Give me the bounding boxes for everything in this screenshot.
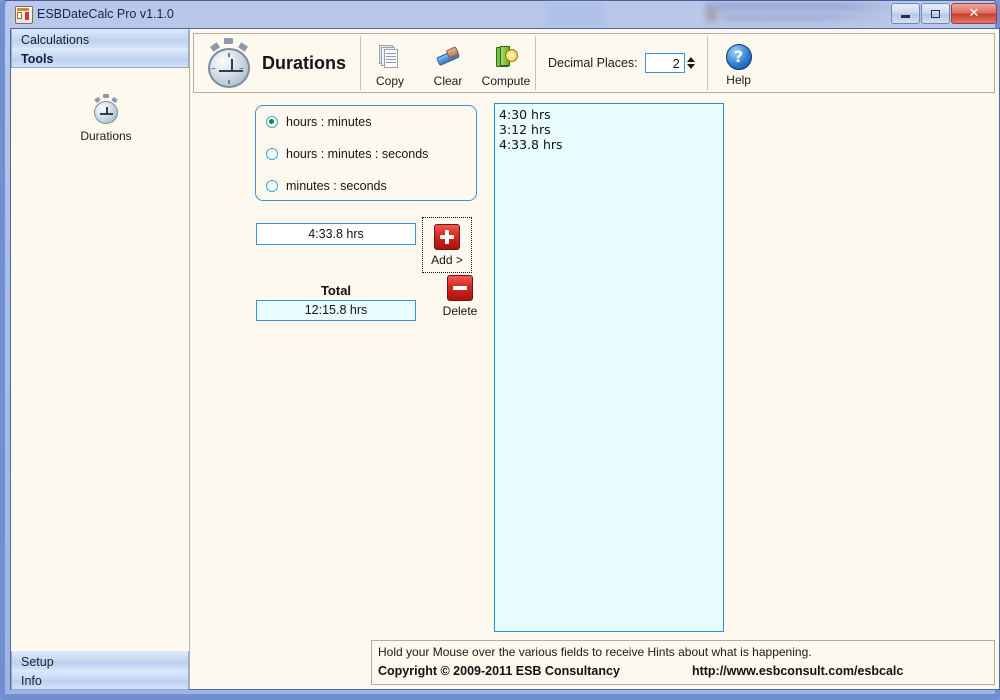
eraser-icon xyxy=(434,43,462,71)
sidebar-header-label: Calculations xyxy=(21,33,90,47)
radio-icon[interactable] xyxy=(266,148,278,160)
toolbar: Durations Copy Clear Compute Decimal Pla… xyxy=(193,33,995,93)
decimal-places-label: Decimal Places: xyxy=(548,56,638,70)
title-bar: ESBDateCalc Pro v1.1.0 ✕ xyxy=(5,1,1000,28)
list-item[interactable]: 4:30 hrs xyxy=(499,107,723,122)
client-area: Calculations Tools Durations Setup Info … xyxy=(10,28,1000,690)
sidebar-header-info[interactable]: Info xyxy=(11,670,189,690)
stopwatch-icon xyxy=(206,38,252,88)
clear-button-label: Clear xyxy=(433,73,463,88)
radio-icon[interactable] xyxy=(266,116,278,128)
plus-icon xyxy=(434,223,460,250)
add-button-label: Add > xyxy=(431,252,463,267)
stepper-up-icon[interactable] xyxy=(686,57,695,62)
application-window: ESBDateCalc Pro v1.1.0 ✕ Calculations To… xyxy=(0,0,1000,700)
clear-button[interactable]: Clear xyxy=(419,34,477,92)
sidebar-footer: Setup Info xyxy=(11,651,189,690)
sidebar-item-durations[interactable]: Durations xyxy=(63,94,149,143)
compute-button-label: Compute xyxy=(481,73,531,88)
add-button[interactable]: Add > xyxy=(422,217,472,273)
radio-icon[interactable] xyxy=(266,180,278,192)
copyright-text: Copyright © 2009-2011 ESB Consultancy xyxy=(378,664,620,678)
stepper-down-icon[interactable] xyxy=(686,64,695,69)
decimal-places-group: Decimal Places: 2 xyxy=(536,34,707,92)
website-link[interactable]: http://www.esbconsult.com/esbcalc xyxy=(692,664,903,678)
close-button[interactable]: ✕ xyxy=(951,3,997,24)
radio-option-hours-minutes-seconds[interactable]: hours : minutes : seconds xyxy=(256,138,476,170)
sidebar-header-calculations[interactable]: Calculations xyxy=(11,29,189,49)
window-title: ESBDateCalc Pro v1.1.0 xyxy=(37,7,174,21)
sidebar: Calculations Tools Durations Setup Info xyxy=(11,29,189,690)
durations-list[interactable]: 4:30 hrs 3:12 hrs 4:33.8 hrs xyxy=(494,103,724,632)
duration-input[interactable]: 4:33.8 hrs xyxy=(256,223,416,245)
radio-label: hours : minutes xyxy=(286,115,372,129)
duration-format-group: hours : minutes hours : minutes : second… xyxy=(255,105,477,201)
compute-icon xyxy=(492,43,520,71)
sidebar-header-label: Info xyxy=(21,674,42,688)
app-icon xyxy=(15,6,33,24)
maximize-button[interactable] xyxy=(921,3,950,24)
window-controls: ✕ xyxy=(890,3,997,24)
copy-button[interactable]: Copy xyxy=(361,34,419,92)
help-icon: ? xyxy=(725,43,752,70)
sidebar-header-label: Setup xyxy=(21,655,54,669)
radio-option-minutes-seconds[interactable]: minutes : seconds xyxy=(256,170,476,202)
sidebar-item-label: Durations xyxy=(80,129,132,143)
radio-label: minutes : seconds xyxy=(286,179,387,193)
status-bar: Hold your Mouse over the various fields … xyxy=(371,640,995,685)
minus-icon xyxy=(447,275,473,301)
copy-button-label: Copy xyxy=(376,73,405,88)
close-icon: ✕ xyxy=(968,6,980,21)
total-label: Total xyxy=(320,283,352,298)
page-title: Durations xyxy=(262,52,347,73)
help-button-label: Help xyxy=(726,72,751,87)
copy-icon xyxy=(376,43,404,71)
delete-button-label: Delete xyxy=(442,304,478,318)
radio-label: hours : minutes : seconds xyxy=(286,147,429,161)
stopwatch-icon xyxy=(92,94,120,124)
decimal-places-stepper[interactable] xyxy=(686,57,695,69)
list-item[interactable]: 3:12 hrs xyxy=(499,122,723,137)
minimize-button[interactable] xyxy=(891,3,920,24)
radio-option-hours-minutes[interactable]: hours : minutes xyxy=(256,106,476,138)
sidebar-header-setup[interactable]: Setup xyxy=(11,651,189,671)
delete-button[interactable]: Delete xyxy=(434,275,486,318)
copyright-row: Copyright © 2009-2011 ESB Consultancy ht… xyxy=(378,664,994,678)
help-button[interactable]: ? Help xyxy=(708,34,770,92)
hint-text: Hold your Mouse over the various fields … xyxy=(378,645,812,659)
list-item[interactable]: 4:33.8 hrs xyxy=(499,137,723,152)
total-value: 12:15.8 hrs xyxy=(256,300,416,321)
sidebar-header-tools[interactable]: Tools xyxy=(11,48,189,68)
sidebar-header-label: Tools xyxy=(21,52,54,66)
main-panel: Durations Copy Clear Compute Decimal Pla… xyxy=(189,29,999,689)
decimal-places-input[interactable]: 2 xyxy=(644,53,685,73)
sidebar-body: Durations xyxy=(11,70,189,641)
panel-title-group: Durations xyxy=(194,34,360,92)
compute-button[interactable]: Compute xyxy=(477,34,535,92)
